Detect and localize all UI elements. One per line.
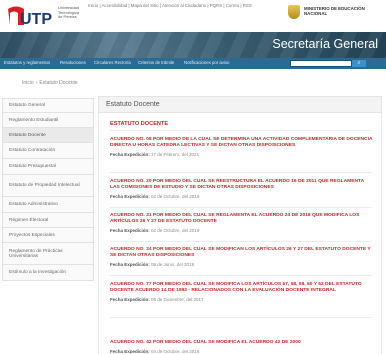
- date-value: 05 de Diciembre, del 2017: [151, 297, 204, 302]
- utp-logo[interactable]: UTP: [6, 5, 58, 29]
- document-entry: ACUERDO No. 24 POR MEDIO DEL CUAL SE MOD…: [110, 247, 374, 267]
- content-heading: Estatuto Docente: [99, 97, 381, 113]
- nav-item-estatutos[interactable]: Estatutos y reglamentos: [4, 60, 50, 65]
- sidebar-item-proyectos-especiales[interactable]: Proyectos Especiales: [2, 228, 94, 243]
- sidebar-item-reglamento-estudiantil[interactable]: Reglamento Estudiantil: [2, 113, 94, 128]
- divider: [110, 241, 372, 242]
- logo-subtitle: Universidad Tecnológica de Pereira: [58, 5, 80, 19]
- date-label: Fecha Expedición:: [110, 297, 150, 302]
- date-value: 02 de Octubre, del 2019: [151, 194, 200, 199]
- banner-title: Secretaría General: [272, 37, 378, 51]
- document-link[interactable]: ACUERDO No. 24 POR MEDIO DEL CUAL SE MOD…: [110, 247, 374, 259]
- divider: [110, 317, 372, 318]
- top-links[interactable]: Inicio | Accesibilidad | Mapa del Sitio …: [88, 3, 252, 8]
- nav-item-notificaciones[interactable]: Notificaciones por aviso: [184, 60, 229, 65]
- document-entry: ACUERDO No. 20 POR MEDIO DEL CUAL SE REE…: [110, 179, 374, 199]
- divider: [110, 130, 372, 131]
- sidebar-item-estatuto-contratacion[interactable]: Estatuto Contratación: [2, 143, 94, 159]
- ministry-name[interactable]: MINISTERIO DE EDUCACIÓN NACIONAL: [304, 6, 384, 16]
- entry-date: Fecha Expedición: 04 de Octubre, del 201…: [110, 349, 374, 354]
- date-label: Fecha Expedición:: [110, 228, 150, 233]
- divider: [110, 207, 372, 208]
- nav-item-circulares[interactable]: Circulares Rectoría: [94, 60, 131, 65]
- document-link[interactable]: ACUERDO No. 31 POR MEDIO DEL CUAL SE REG…: [110, 213, 374, 225]
- nav-item-resoluciones[interactable]: Resoluciones: [60, 60, 86, 65]
- divider: [110, 172, 372, 173]
- document-link[interactable]: ACUERDO No. 08 POR MEDIO DE LA CUAL SE D…: [110, 137, 374, 149]
- date-value: 17 de Febrero, del 2021: [151, 152, 200, 157]
- nav-item-criterios[interactable]: Criterios de trámite: [138, 60, 174, 65]
- sidebar-item-regimen-electoral[interactable]: Régimen Electoral: [2, 213, 94, 228]
- breadcrumb-home[interactable]: Inicio: [22, 80, 34, 86]
- date-label: Fecha Expedición:: [110, 194, 150, 199]
- sidebar-item-practicas-universitarias[interactable]: Reglamento de Prácticas Universitarias: [2, 243, 94, 265]
- logo-text: UTP: [20, 11, 52, 28]
- entry-date: Fecha Expedición: 06 de Junio, del 2018: [110, 262, 374, 267]
- site-header: UTP Universidad Tecnológica de Pereira I…: [0, 0, 386, 32]
- divider: [110, 275, 372, 276]
- sidebar-item-estimulo-investigacion[interactable]: Estímulo a la Investigación: [2, 265, 94, 281]
- sidebar-item-estatuto-general[interactable]: Estatuto General: [2, 98, 94, 113]
- entry-date: Fecha Expedición: 05 de Diciembre, del 2…: [110, 297, 374, 302]
- section-title: ESTATUTO DOCENTE: [110, 121, 169, 127]
- document-entry: ACUERDO No. 08 POR MEDIO DE LA CUAL SE D…: [110, 137, 374, 157]
- entry-date: Fecha Expedición: 17 de Febrero, del 202…: [110, 152, 374, 157]
- entry-date: Fecha Expedición: 02 de Octubre, del 201…: [110, 194, 374, 199]
- content-panel: Estatuto Docente ESTATUTO DOCENTE ACUERD…: [98, 96, 382, 354]
- entry-date: Fecha Expedición: 02 de Octubre, del 201…: [110, 228, 374, 233]
- search-icon: ⌕: [357, 60, 361, 66]
- sidebar-item-estatuto-docente[interactable]: Estatuto Docente: [2, 128, 94, 143]
- breadcrumb-separator: ›: [35, 80, 38, 86]
- document-entry: ACUERDO No. 42 POR MEDIO DEL CUAL SE MOD…: [110, 340, 374, 354]
- date-value: 02 de Octubre, del 2019: [151, 228, 200, 233]
- sidebar-item-estatuto-administrativo[interactable]: Estatuto Administrativo: [2, 197, 94, 213]
- document-entry: ACUERDO No. 77 POR MEDIO DEL CUAL SE MOD…: [110, 282, 374, 302]
- main-nav: Estatutos y reglamentos Resoluciones Cir…: [0, 58, 386, 69]
- breadcrumb: Inicio › Estatuto Docente: [22, 80, 78, 86]
- date-value: 04 de Octubre, del 2016: [151, 349, 200, 354]
- breadcrumb-current: Estatuto Docente: [39, 80, 78, 86]
- banner: Secretaría General: [0, 32, 386, 58]
- document-entry: ACUERDO No. 31 POR MEDIO DEL CUAL SE REG…: [110, 213, 374, 233]
- coat-of-arms-icon: [288, 5, 300, 19]
- search-input[interactable]: [290, 60, 352, 67]
- search-button[interactable]: ⌕: [352, 60, 366, 67]
- date-label: Fecha Expedición:: [110, 262, 150, 267]
- sidebar-item-propiedad-intelectual[interactable]: Estatuto de Propiedad Intelectual: [2, 175, 94, 197]
- document-link[interactable]: ACUERDO No. 42 POR MEDIO DEL CUAL SE MOD…: [110, 340, 374, 346]
- sidebar-item-estatuto-presupuestal[interactable]: Estatuto Presupuestal: [2, 159, 94, 175]
- sidebar: Estatuto General Reglamento Estudiantil …: [2, 98, 94, 281]
- date-value: 06 de Junio, del 2018: [151, 262, 195, 267]
- document-link[interactable]: ACUERDO No. 77 POR MEDIO DEL CUAL SE MOD…: [110, 282, 374, 294]
- document-link[interactable]: ACUERDO No. 20 POR MEDIO DEL CUAL SE REE…: [110, 179, 374, 191]
- date-label: Fecha Expedición:: [110, 152, 150, 157]
- date-label: Fecha Expedición:: [110, 349, 150, 354]
